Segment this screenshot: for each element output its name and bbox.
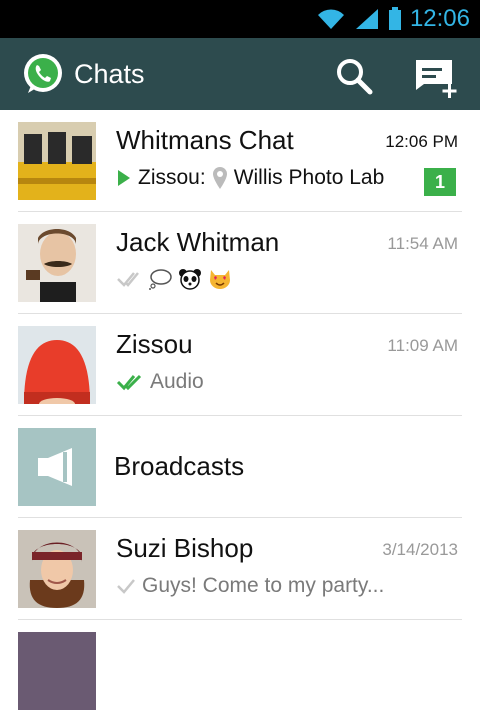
chat-row-jack-whitman[interactable]: Jack Whitman 11:54 AM — [0, 212, 480, 314]
check-icon — [117, 579, 135, 594]
chat-name: Zissou — [116, 329, 193, 359]
preview-sender: Zissou: — [138, 166, 206, 189]
status-time: 12:06 — [409, 5, 470, 32]
chat-name: Suzi Bishop — [116, 533, 254, 563]
preview-text: Guys! Come to my party... — [142, 574, 385, 597]
chat-row-whitmans-chat[interactable]: Whitmans Chat 12:06 PM Zissou: Willis Ph… — [0, 110, 480, 212]
heart-eyes-cat-icon — [210, 270, 230, 289]
signal-icon — [355, 9, 378, 29]
preview-text: Audio — [150, 370, 204, 393]
thought-balloon-icon — [149, 269, 172, 290]
chat-preview: Zissou: Willis Photo Lab — [116, 166, 384, 190]
panda-icon — [179, 269, 201, 290]
action-bar: Chats — [0, 38, 480, 110]
avatar — [18, 224, 96, 302]
chat-row-zissou[interactable]: Zissou 11:09 AM Audio — [0, 314, 480, 416]
double-check-icon — [117, 272, 139, 287]
chat-time: 12:06 PM — [385, 132, 458, 151]
whatsapp-logo-icon[interactable] — [22, 53, 64, 95]
avatar — [18, 530, 96, 608]
chat-list: Whitmans Chat 12:06 PM Zissou: Willis Ph… — [0, 110, 480, 722]
chat-time: 3/14/2013 — [382, 540, 458, 559]
status-bar: 12:06 — [0, 0, 480, 38]
battery-icon — [388, 7, 401, 30]
avatar — [18, 326, 96, 404]
avatar — [18, 122, 96, 200]
chat-time: 11:54 AM — [387, 234, 458, 253]
avatar — [18, 428, 96, 506]
chat-preview — [116, 268, 232, 290]
wifi-icon — [317, 9, 344, 29]
chat-row-broadcasts[interactable]: Broadcasts — [0, 416, 480, 518]
double-check-icon — [116, 374, 142, 391]
chat-name: Whitmans Chat — [116, 125, 294, 155]
chat-row-partial[interactable] — [0, 620, 480, 722]
chat-row-suzi-bishop[interactable]: Suzi Bishop 3/14/2013 Guys! Come to my p… — [0, 518, 480, 620]
megaphone-icon — [38, 448, 72, 486]
page-title: Chats — [74, 58, 145, 89]
new-chat-icon[interactable] — [412, 56, 462, 100]
chat-time: 11:09 AM — [387, 336, 458, 355]
location-pin-icon — [212, 167, 227, 189]
chat-preview: Audio — [116, 370, 204, 394]
unread-badge: 1 — [424, 168, 456, 196]
search-icon[interactable] — [334, 56, 374, 96]
chat-name: Broadcasts — [114, 451, 245, 481]
preview-text: Willis Photo Lab — [233, 166, 385, 189]
avatar — [18, 632, 96, 710]
chat-preview: Guys! Come to my party... — [116, 574, 384, 598]
play-icon — [118, 170, 130, 186]
chat-name: Jack Whitman — [116, 227, 280, 257]
